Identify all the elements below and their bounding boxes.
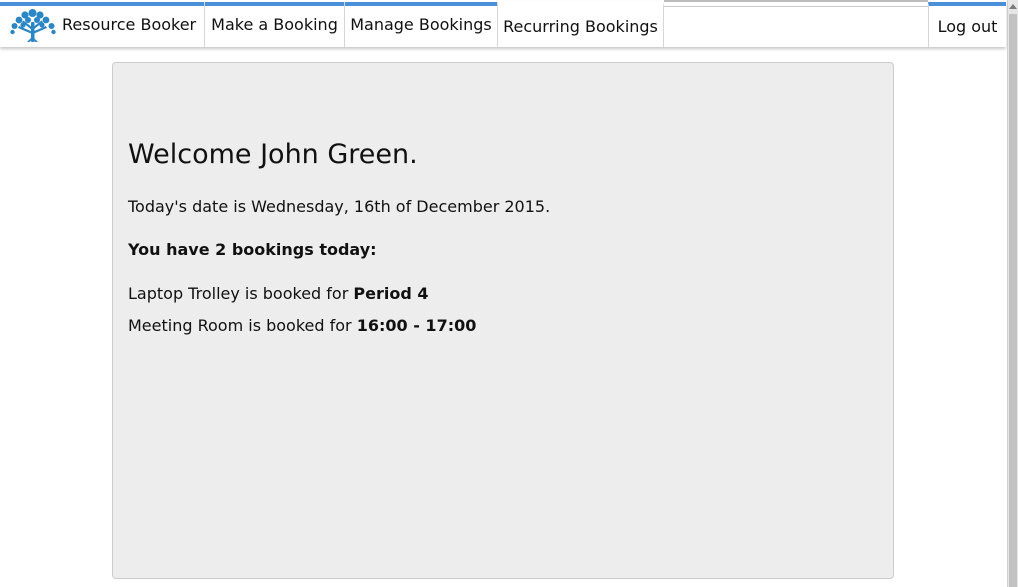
scrollbar-thumb[interactable]: [1009, 14, 1017, 587]
booking-item: Meeting Room is booked for 16:00 - 17:00: [128, 316, 476, 335]
nav-manage-bookings[interactable]: Manage Bookings: [345, 2, 498, 47]
vertical-scrollbar[interactable]: [1007, 0, 1018, 587]
welcome-heading: Welcome John Green.: [128, 139, 418, 170]
booking-item: Laptop Trolley is booked for Period 4: [128, 284, 428, 303]
booking-time: Period 4: [353, 284, 429, 303]
scroll-up-arrow-icon[interactable]: [1009, 4, 1017, 9]
booking-time: 16:00 - 17:00: [356, 316, 477, 335]
welcome-panel: Welcome John Green. Today's date is Wedn…: [112, 62, 894, 579]
tree-logo-icon: [10, 8, 56, 42]
navbar-gap: [664, 2, 928, 7]
nav-recurring-bookings[interactable]: Recurring Bookings: [498, 2, 664, 47]
booking-resource: Meeting Room is booked for: [128, 316, 357, 335]
brand-name: Resource Booker: [62, 15, 197, 34]
date-text: Today's date is Wednesday, 16th of Decem…: [128, 197, 551, 216]
booking-resource: Laptop Trolley is booked for: [128, 284, 354, 303]
nav-make-booking[interactable]: Make a Booking: [205, 2, 345, 47]
top-navbar: Resource Booker Make a Booking Manage Bo…: [0, 0, 1006, 47]
logout-link[interactable]: Log out: [928, 2, 1006, 47]
bookings-summary: You have 2 bookings today:: [128, 240, 377, 259]
brand-link[interactable]: Resource Booker: [0, 2, 205, 47]
